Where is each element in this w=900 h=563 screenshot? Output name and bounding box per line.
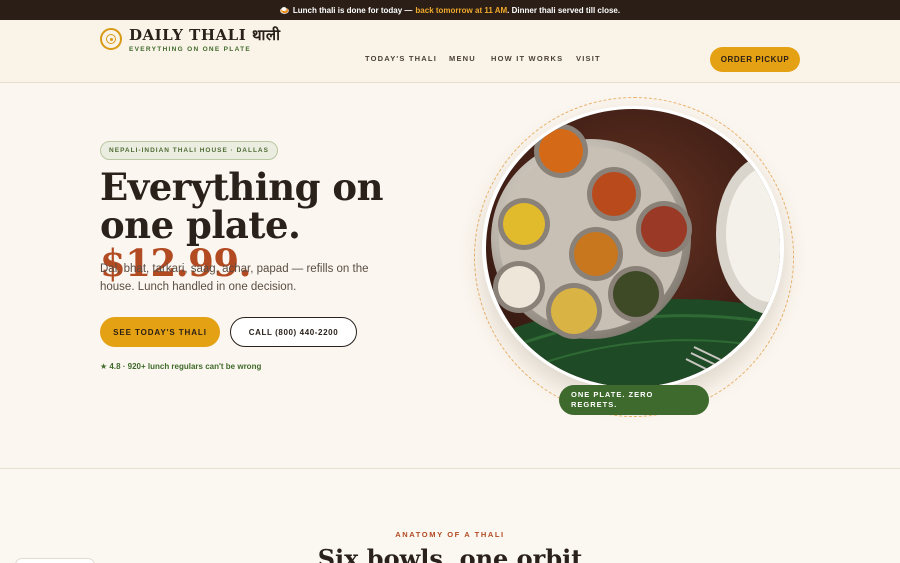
brand-tagline: EVERYTHING ON ONE PLATE xyxy=(129,46,251,53)
thali-photo xyxy=(486,109,780,387)
section-title: Six bowls, one orbit xyxy=(317,544,583,563)
rating-text: ★ 4.8 · 920+ lunch regulars can't be wro… xyxy=(100,362,262,371)
hero-badge: ONE PLATE. ZERO REGRETS. xyxy=(559,385,709,415)
location-pill: NEPALI-INDIAN THALI HOUSE · DALLAS xyxy=(100,141,278,160)
see-todays-thali-button[interactable]: SEE TODAY'S THALI xyxy=(100,317,220,347)
thali-emoji-icon: 🍛 xyxy=(279,5,290,15)
call-button[interactable]: CALL (800) 440-2200 xyxy=(230,317,357,347)
plate-logo-icon[interactable] xyxy=(100,28,122,50)
brand-name[interactable]: DAILY THALI थाली xyxy=(129,25,280,45)
announcement-text: Lunch thali is done for today — xyxy=(292,5,413,15)
section-eyebrow: ANATOMY OF A THALI xyxy=(395,530,505,539)
nav-menu[interactable]: MENU xyxy=(449,54,476,63)
nav-todays-thali[interactable]: TODAY'S THALI xyxy=(365,54,437,63)
hero-subtext: Dal, bhat, tarkari, saag, achar, papad —… xyxy=(100,263,369,293)
nav-visit[interactable]: VISIT xyxy=(576,54,601,63)
floating-chip[interactable] xyxy=(15,558,95,563)
announcement-highlight: back tomorrow at 11 AM xyxy=(415,5,508,15)
headline-text: Everything on one plate. xyxy=(100,165,384,247)
nav-how-it-works[interactable]: HOW IT WORKS xyxy=(491,54,563,63)
announcement-text-end: . Dinner thali served till close. xyxy=(507,5,621,15)
announcement-bar: 🍛 Lunch thali is done for today — back t… xyxy=(0,0,900,20)
order-pickup-button[interactable]: ORDER PICKUP xyxy=(710,47,800,72)
